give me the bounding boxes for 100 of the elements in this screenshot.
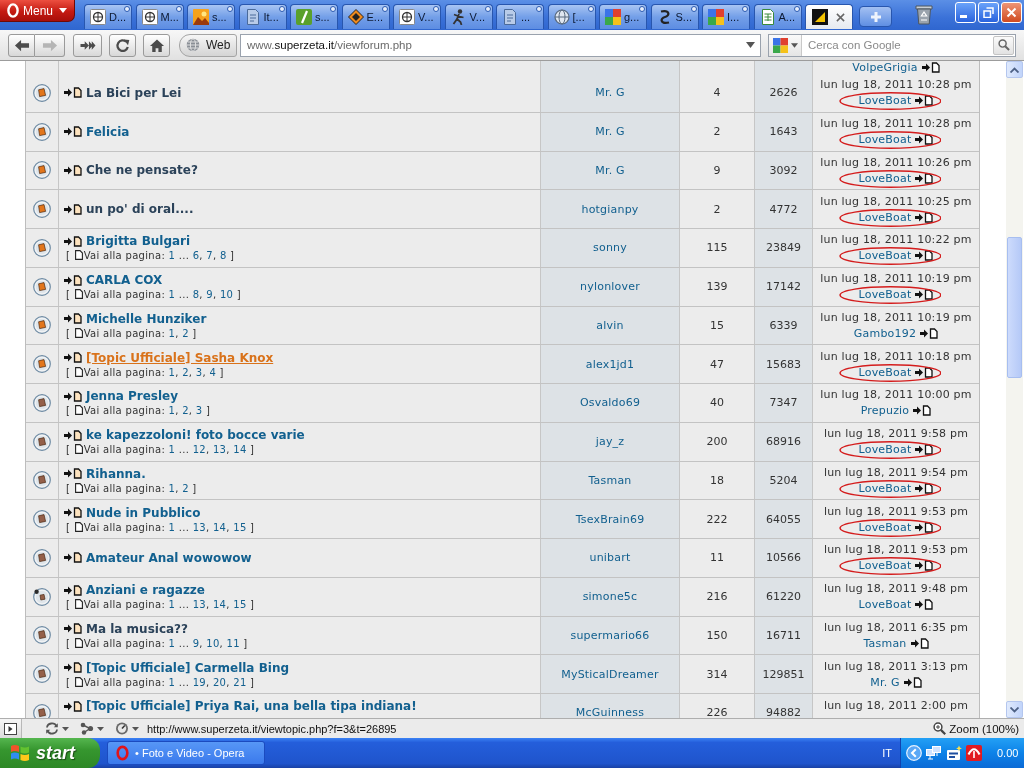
arrow-page-icon[interactable] bbox=[64, 274, 82, 286]
page-link[interactable]: 13 bbox=[192, 521, 206, 533]
page-link[interactable]: 13 bbox=[212, 444, 227, 456]
arrow-page-icon[interactable] bbox=[64, 235, 82, 247]
page-link[interactable]: 21 bbox=[233, 676, 247, 688]
page-link[interactable]: 7 bbox=[206, 250, 213, 262]
author-link[interactable]: Mr. G bbox=[870, 675, 900, 689]
arrow-page-icon[interactable] bbox=[915, 560, 934, 572]
page-link[interactable]: 1 bbox=[168, 637, 176, 649]
author-link[interactable]: MySticalDreamer bbox=[561, 667, 659, 681]
page-link[interactable]: 3 bbox=[195, 366, 203, 378]
browser-tab[interactable]: E... bbox=[341, 4, 390, 29]
page-link[interactable]: 14 bbox=[233, 444, 247, 456]
topic-link[interactable]: Ma la musica?? bbox=[86, 621, 189, 636]
topic-link[interactable]: CARLA COX bbox=[86, 273, 163, 288]
close-button[interactable] bbox=[1001, 2, 1022, 23]
browser-tab[interactable]: It... bbox=[238, 4, 287, 29]
page-link[interactable]: 13 bbox=[192, 599, 206, 611]
author-link[interactable]: alex1jd1 bbox=[585, 357, 635, 371]
page-link[interactable]: 2 bbox=[182, 482, 189, 494]
author-link[interactable]: LoveBoat bbox=[858, 598, 912, 612]
author-link[interactable]: Mr. G bbox=[595, 125, 625, 139]
minimize-button[interactable] bbox=[955, 2, 976, 23]
page-link[interactable]: 1 bbox=[168, 599, 176, 611]
arrow-page-icon[interactable] bbox=[64, 164, 82, 176]
author-link[interactable]: VolpeGrigia bbox=[852, 61, 918, 74]
browser-tab[interactable]: A... bbox=[753, 4, 802, 29]
page-link[interactable]: 1 bbox=[168, 405, 176, 417]
author-link[interactable]: nylonlover bbox=[580, 280, 640, 294]
author-link[interactable]: hotgianpy bbox=[581, 202, 639, 216]
arrow-page-icon[interactable] bbox=[915, 521, 934, 533]
arrow-page-icon[interactable] bbox=[920, 327, 939, 339]
browser-tab[interactable]: [... bbox=[547, 4, 596, 29]
address-field[interactable]: www.superzeta.it/viewforum.php bbox=[240, 33, 761, 57]
topic-link[interactable]: Felicia bbox=[86, 124, 130, 139]
author-link[interactable]: Prepuzio bbox=[860, 404, 910, 418]
author-link[interactable]: jay_z bbox=[595, 435, 625, 449]
arrow-page-icon[interactable] bbox=[64, 623, 82, 635]
author-link[interactable]: TsexBrain69 bbox=[575, 512, 645, 526]
arrow-page-icon[interactable] bbox=[64, 352, 82, 364]
restore-button[interactable] bbox=[978, 2, 999, 23]
cycle-arrows-icon[interactable] bbox=[45, 722, 59, 735]
page-link[interactable]: 1 bbox=[168, 444, 176, 456]
trash-button[interactable] bbox=[915, 3, 933, 25]
browser-tab[interactable]: g... bbox=[599, 4, 647, 29]
site-info-button[interactable]: Web bbox=[179, 33, 237, 57]
arrow-page-icon[interactable] bbox=[64, 429, 82, 441]
search-box[interactable]: Cerca con Google bbox=[768, 33, 1016, 57]
home-button[interactable] bbox=[143, 33, 170, 57]
author-link[interactable]: McGuinness bbox=[575, 706, 645, 718]
tray-app-icon[interactable] bbox=[946, 745, 962, 761]
close-icon[interactable] bbox=[836, 12, 845, 22]
topic-link[interactable]: [Topic Ufficiale] Carmella Bing bbox=[86, 660, 290, 675]
author-link[interactable]: unibart bbox=[589, 551, 631, 565]
page-link[interactable]: 1 bbox=[168, 289, 176, 301]
page-link[interactable]: 4 bbox=[209, 366, 217, 378]
page-link[interactable]: 3 bbox=[195, 405, 203, 417]
arrow-page-icon[interactable] bbox=[64, 662, 82, 674]
browser-tab[interactable]: V... bbox=[393, 4, 441, 29]
author-link[interactable]: Gambo192 bbox=[853, 326, 917, 340]
page-link[interactable]: 20 bbox=[212, 676, 227, 688]
taskbar-button[interactable]: • Foto e Video - Opera bbox=[107, 741, 265, 765]
page-link[interactable]: 10 bbox=[206, 637, 220, 649]
topic-link[interactable]: Amateur Anal wowowow bbox=[86, 550, 252, 565]
gauge-icon[interactable] bbox=[115, 722, 129, 735]
page-link[interactable]: 10 bbox=[219, 289, 234, 301]
caret-icon[interactable] bbox=[62, 726, 69, 731]
browser-tab[interactable]: I... bbox=[702, 4, 750, 29]
arrow-page-icon[interactable] bbox=[64, 507, 82, 519]
arrow-page-icon[interactable] bbox=[64, 700, 82, 712]
page-link[interactable]: 2 bbox=[182, 405, 189, 417]
arrow-page-icon[interactable] bbox=[64, 87, 82, 99]
arrow-page-icon[interactable] bbox=[64, 584, 82, 596]
network-nodes-icon[interactable] bbox=[80, 722, 94, 735]
page-link[interactable]: 1 bbox=[168, 521, 176, 533]
arrow-page-icon[interactable] bbox=[915, 172, 934, 184]
fast-forward-button[interactable] bbox=[73, 33, 102, 57]
browser-tab[interactable]: S... bbox=[650, 4, 699, 29]
page-link[interactable]: 2 bbox=[182, 327, 189, 339]
browser-tab[interactable]: s... bbox=[290, 4, 338, 29]
topic-link[interactable]: Anziani e ragazze bbox=[86, 583, 205, 598]
chevron-icon[interactable] bbox=[906, 745, 922, 761]
page-link[interactable]: 1 bbox=[168, 250, 176, 262]
menu-button[interactable]: Menu bbox=[0, 0, 75, 22]
author-link[interactable]: Tasman bbox=[588, 473, 632, 487]
author-link[interactable]: Mr. G bbox=[595, 163, 625, 177]
topic-link[interactable]: Michelle Hunziker bbox=[86, 311, 207, 326]
browser-tab[interactable]: M... bbox=[135, 4, 184, 29]
arrow-page-icon[interactable] bbox=[915, 211, 934, 223]
topic-link[interactable]: Che ne pensate? bbox=[86, 163, 198, 178]
topic-link[interactable]: Rihanna. bbox=[86, 466, 146, 481]
arrow-page-icon[interactable] bbox=[915, 482, 934, 494]
browser-tab[interactable]: s... bbox=[187, 4, 235, 29]
zoom-button[interactable]: Zoom (100%) bbox=[933, 722, 1019, 735]
topic-link[interactable]: La Bici per Lei bbox=[86, 85, 182, 100]
language-indicator[interactable]: IT bbox=[882, 747, 892, 759]
topic-link[interactable]: [Topic Ufficiale] Priya Rai, una bella tipa indiana! bbox=[86, 699, 417, 713]
author-link[interactable]: sonny bbox=[593, 241, 627, 255]
dropdown-caret-icon[interactable] bbox=[746, 42, 755, 48]
topic-link[interactable]: ke kapezzoloni! foto bocce varie bbox=[86, 428, 305, 443]
